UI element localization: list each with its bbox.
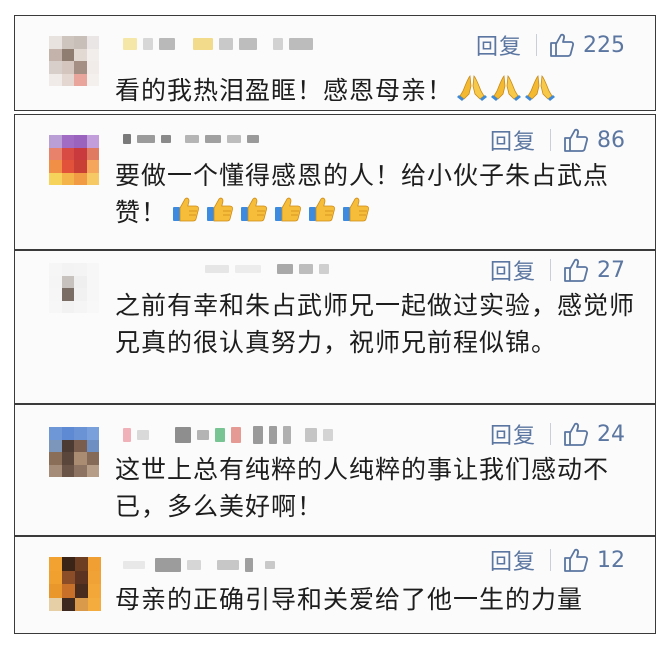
praying-hands-emoji-icon [457, 72, 488, 102]
comment-text-body: 母亲的正确引导和关爱给了他一生的力量 [115, 585, 584, 614]
emoji-group [167, 197, 371, 227]
like-count: 24 [597, 421, 625, 447]
divider [536, 34, 537, 56]
comment-card: 回复 27 之前有幸和朱占武师兄一起做过实验，感觉师兄真的很认真努力，祝师兄前程… [14, 250, 656, 404]
comment-text-body: 看的我热泪盈眶！感恩母亲！ [115, 76, 454, 105]
divider [550, 259, 551, 281]
comment-text: 之前有幸和朱占武师兄一起做过实验，感觉师兄真的很认真努力，祝师兄前程似锦。 [115, 287, 635, 361]
avatar[interactable] [49, 557, 101, 611]
thumbs-up-emoji-icon [239, 194, 269, 224]
reply-button[interactable]: 回复 [490, 544, 536, 576]
username-blurred[interactable] [123, 425, 333, 445]
avatar[interactable] [49, 427, 99, 477]
praying-hands-emoji-icon [525, 72, 556, 102]
thumbs-up-emoji-icon [171, 194, 201, 224]
thumbs-up-icon[interactable] [549, 32, 575, 58]
like-count: 86 [597, 127, 625, 153]
divider [550, 129, 551, 151]
thumbs-up-icon[interactable] [563, 127, 589, 153]
comment-text: 要做一个懂得感恩的人！给小伙子朱占武点赞！ [115, 157, 635, 231]
comment-card: 回复 12 母亲的正确引导和关爱给了他一生的力量 [14, 536, 656, 634]
divider [550, 549, 551, 571]
comment-card: 回复 86 要做一个懂得感恩的人！给小伙子朱占武点赞！ [14, 114, 656, 250]
thumbs-up-icon[interactable] [563, 547, 589, 573]
divider [550, 423, 551, 445]
username-blurred[interactable] [123, 555, 275, 575]
reply-button[interactable]: 回复 [490, 124, 536, 156]
username-blurred[interactable] [123, 34, 313, 54]
avatar[interactable] [49, 135, 99, 185]
comment-card: 回复 24 这世上总有纯粹的人纯粹的事让我们感动不已，多么美好啊！ [14, 404, 656, 536]
comment-text-body: 这世上总有纯粹的人纯粹的事让我们感动不已，多么美好啊！ [115, 455, 610, 521]
thumbs-up-emoji-icon [205, 194, 235, 224]
reply-button[interactable]: 回复 [490, 418, 536, 450]
username-blurred[interactable] [123, 129, 259, 149]
like-count: 225 [583, 32, 625, 58]
like-count: 12 [597, 547, 625, 573]
emoji-group [453, 75, 556, 105]
thumbs-up-icon[interactable] [563, 421, 589, 447]
comment-text: 这世上总有纯粹的人纯粹的事让我们感动不已，多么美好啊！ [115, 451, 635, 525]
comment-text: 看的我热泪盈眶！感恩母亲！ [115, 72, 635, 109]
thumbs-up-emoji-icon [307, 194, 337, 224]
thumbs-up-icon[interactable] [563, 257, 589, 283]
praying-hands-emoji-icon [491, 72, 522, 102]
comment-actions: 回复 27 [490, 254, 625, 286]
thumbs-up-emoji-icon [341, 194, 371, 224]
comment-actions: 回复 225 [476, 29, 625, 61]
thumbs-up-emoji-icon [273, 194, 303, 224]
avatar[interactable] [49, 36, 99, 86]
reply-button[interactable]: 回复 [490, 254, 536, 286]
comment-text-body: 之前有幸和朱占武师兄一起做过实验，感觉师兄真的很认真努力，祝师兄前程似锦。 [115, 291, 636, 357]
comment-actions: 回复 12 [490, 544, 625, 576]
comment-text: 母亲的正确引导和关爱给了他一生的力量 [115, 581, 635, 618]
avatar[interactable] [49, 263, 99, 313]
comment-card: 回复 225 看的我热泪盈眶！感恩母亲！ [14, 15, 656, 111]
reply-button[interactable]: 回复 [476, 29, 522, 61]
comment-actions: 回复 86 [490, 124, 625, 156]
username-blurred[interactable] [205, 259, 329, 279]
comment-actions: 回复 24 [490, 418, 625, 450]
like-count: 27 [597, 257, 625, 283]
